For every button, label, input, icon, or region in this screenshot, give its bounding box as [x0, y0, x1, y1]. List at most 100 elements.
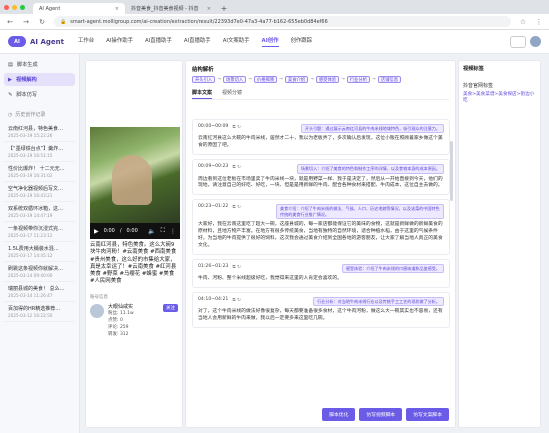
imitate-video-script-button[interactable]: 仿写视频脚本 — [359, 408, 403, 421]
notification-button[interactable] — [510, 35, 526, 48]
reload-icon[interactable]: ↻ — [38, 18, 46, 26]
avatar[interactable] — [530, 36, 541, 47]
tab-script-copy[interactable]: 脚本文案 — [192, 89, 213, 99]
arrow-icon: → — [310, 77, 314, 82]
tab-storyboard[interactable]: 视频分镜 — [222, 89, 242, 99]
video-caption: 云南红河县，特色美食。这么大碗9块牛肉河粉！#云南美食 #西南美食 #贵州美食，… — [90, 242, 177, 285]
new-tab-icon[interactable]: + — [217, 3, 231, 14]
tab-label: AI Agent — [39, 5, 61, 12]
nav-operation-assistant[interactable]: AI操作助手 — [106, 36, 133, 47]
structure-chip[interactable]: 场景切入 — [222, 76, 247, 83]
segment-text: 牛肉、河粉、整个米线超级好吃，我觉得来这里的人肯定会喜欢的。 — [198, 276, 342, 282]
fullscreen-icon[interactable]: ⛶ — [161, 227, 165, 235]
author-comments: 评论: 259 — [108, 324, 129, 330]
copy-icon[interactable]: ⧉ ↻ — [232, 204, 241, 210]
nav-workbench[interactable]: 工作台 — [78, 36, 94, 47]
doc-icon: ▤ — [8, 61, 13, 68]
video-player[interactable]: ▶ 0:00 / 0:00 🔈 ⛶ ⋮ — [90, 127, 180, 239]
history-item[interactable]: 性价比爆炸！ 十二元无… 2025-03-19 16:31:02 — [4, 162, 75, 182]
pen-icon: ✎ — [8, 91, 13, 98]
tab-label: 抖音美食_抖音美食视频 - 抖音 — [131, 6, 199, 12]
logo-text: AI Agent — [30, 37, 64, 46]
copy-icon[interactable]: ⧉ ↻ — [232, 124, 241, 130]
menu-icon[interactable]: ⋮ — [535, 18, 543, 26]
history-item[interactable]: 百加得的HR精选推荐… 2025-03-12 16:22:50 — [4, 302, 75, 322]
segment-text: 对了，这个牛肉米线的做法好像很复杂，每天都要准备很多食材，这个牛肉河粉，做这么大… — [198, 309, 443, 322]
app-header: AI AI Agent 工作台 AI操作助手 AI直播助手 AI直播助手 AI文… — [0, 30, 549, 54]
top-nav: 工作台 AI操作助手 AI直播助手 AI直播助手 AI文案助手 AI创作 创作跟… — [78, 36, 312, 47]
segment-time: 00:09~00:23 — [198, 164, 229, 170]
segment-tag: 感受体验：介绍了牛肉米线的口感味道和品鉴感受。 — [341, 263, 444, 274]
url-text: smart-agent.molligroup.com/ai-creation/e… — [70, 18, 328, 25]
arrow-icon: → — [279, 77, 283, 82]
close-window-icon[interactable] — [4, 4, 9, 10]
nav-live-assistant-2[interactable]: AI直播助手 — [184, 36, 211, 47]
back-icon[interactable]: ← — [6, 18, 14, 26]
history-item[interactable]: 1.5L费用大桶装水混… 2025-03-17 14:45:12 — [4, 242, 75, 262]
lock-icon: 🔒 — [60, 18, 67, 25]
browser-tab-douyin[interactable]: 抖音美食_抖音美食视频 - 抖音 × — [125, 3, 217, 14]
url-input[interactable]: 🔒 smart-agent.molligroup.com/ai-creation… — [54, 16, 511, 27]
copy-icon[interactable]: ⧉ ↻ — [232, 297, 241, 303]
segment-text: 周边看到这位老板在市场里卖了牛肉米线一块，就是用野菜一样、我于是决定了，然后从一… — [198, 176, 443, 189]
logo-badge-icon: AI — [8, 36, 26, 47]
transcript-segment: 00:23~01:22 ⧉ ↻ 美食介绍：介绍了牛肉米线的做法、气候、人口、历史… — [192, 199, 450, 255]
author-card: 大眼仙咸实 粉丝: 11.1w 点赞: 0 评论: 259 转发: 312 关注 — [90, 303, 178, 339]
structure-chip[interactable]: 行业分析 — [346, 76, 371, 83]
forward-icon[interactable]: → — [22, 18, 30, 26]
structure-panel: 结构解析 开头引入 → 场景切入 → 价格揭晓 → 美食介绍 → 感受体验 → 行业分析 →… — [185, 60, 456, 428]
imitate-copy-script-button[interactable]: 仿写文案脚本 — [406, 408, 449, 421]
video-person — [112, 155, 152, 205]
sidebar-item-video-deconstruct[interactable]: ▶ 视频解构 — [4, 73, 75, 86]
follow-button[interactable]: 关注 — [163, 303, 178, 312]
account-info-label: 账号信息 — [90, 294, 108, 300]
structure-chip[interactable]: 开头引入 — [192, 76, 216, 83]
star-icon[interactable]: ☆ — [519, 18, 527, 26]
maximize-window-icon[interactable] — [20, 4, 25, 10]
history-item[interactable]: 刷跳这条视频你就解决… 2025-03-14 09:40:00 — [4, 262, 75, 282]
sidebar-item-script-generate[interactable]: ▤ 脚本生成 — [4, 58, 75, 71]
more-icon[interactable]: ⋮ — [170, 228, 176, 235]
minimize-window-icon[interactable] — [12, 4, 17, 10]
transcript-scrollbar[interactable] — [450, 141, 453, 201]
tag-panel-title: 视频标签 — [463, 66, 484, 72]
history-item[interactable]: 瑞丽县城的美食！ 总么… 2025-03-14 11:26:47 — [4, 282, 75, 302]
history-item[interactable]: 一条视频带你沉浸式完… 2025-03-17 11:23:12 — [4, 222, 75, 242]
app-logo[interactable]: AI AI Agent — [8, 36, 64, 47]
browser-tab-bar: AI Agent × 抖音美食_抖音美食视频 - 抖音 × + — [0, 0, 549, 14]
volume-icon[interactable]: 🔈 — [148, 228, 155, 235]
script-optimize-button[interactable]: 脚本优化 — [322, 408, 356, 421]
transcript-segment: 04:10~04:21 ⧉ ↻ 行业分析：对当地牛肉米线行业以及传统手工工艺的现… — [192, 292, 450, 329]
author-info: 大眼仙咸实 粉丝: 11.1w 点赞: 0 评论: 259 转发: 312 — [108, 304, 134, 339]
history-item[interactable]: 空气净化器视频后写文… 2025-03-19 16:43:21 — [4, 182, 75, 202]
clock-icon: ◷ — [8, 111, 13, 118]
arrow-icon: → — [341, 77, 345, 82]
nav-copywriting-assistant[interactable]: AI文案助手 — [223, 36, 250, 47]
play-icon[interactable]: ▶ — [94, 228, 99, 235]
history-item[interactable]: 【“墨绿铁台点”】羹炸… 2025-03-19 16:51:15 — [4, 142, 75, 162]
segment-tag: 场景切入：介绍了美食的特色和制作工序的详情，以及食物本身的成本原因。 — [296, 164, 444, 174]
arrow-icon: → — [217, 77, 221, 82]
segment-tag: 开头引题：通过展示云南红河县的牛肉米线地域特色，吸引观众的注意力。 — [300, 124, 444, 134]
copy-icon[interactable]: ⧉ ↻ — [232, 164, 241, 170]
nav-ai-creation[interactable]: AI创作 — [261, 36, 279, 47]
nav-live-assistant[interactable]: AI直播助手 — [145, 36, 172, 47]
structure-chip[interactable]: 价格揭晓 — [253, 76, 278, 83]
copy-icon[interactable]: ⧉ ↻ — [232, 264, 241, 270]
nav-creation-tracking[interactable]: 创作跟踪 — [291, 36, 313, 47]
sidebar-item-script-imitate[interactable]: ✎ 脚本仿写 — [4, 88, 75, 101]
structure-chip[interactable]: 感受体验 — [315, 76, 340, 83]
tag-path-link[interactable]: 美食>美食菜谱>美食探店>街边小吃 — [463, 91, 536, 103]
history-item[interactable]: 云南红河县，特色美食… 2025-03-19 15:22:26 — [4, 122, 75, 142]
segment-text: 云南红河县这么大碗的牛肉米线，居然才二十，我以为老板弄了，多次确认后发现，这位小… — [198, 136, 443, 149]
close-tab-icon[interactable]: × — [115, 6, 119, 12]
structure-chip[interactable]: 美食介绍 — [284, 76, 309, 83]
browser-tab-ai-agent[interactable]: AI Agent × — [33, 3, 125, 14]
close-tab-icon[interactable]: × — [207, 6, 211, 12]
window-controls — [4, 0, 25, 14]
history-item[interactable]: 双系统双循环冰箱，这… 2025-03-19 14:47:19 — [4, 202, 75, 222]
segment-time: 01:26~01:23 — [198, 263, 229, 269]
transcript-segment: 00:09~00:23 ⧉ ↻ 场景切入：介绍了美食的特色和制作工序的详情，以及… — [192, 159, 450, 196]
structure-chip[interactable]: 店铺信息 — [377, 76, 401, 83]
segment-time: 00:00~00:09 — [198, 124, 229, 129]
